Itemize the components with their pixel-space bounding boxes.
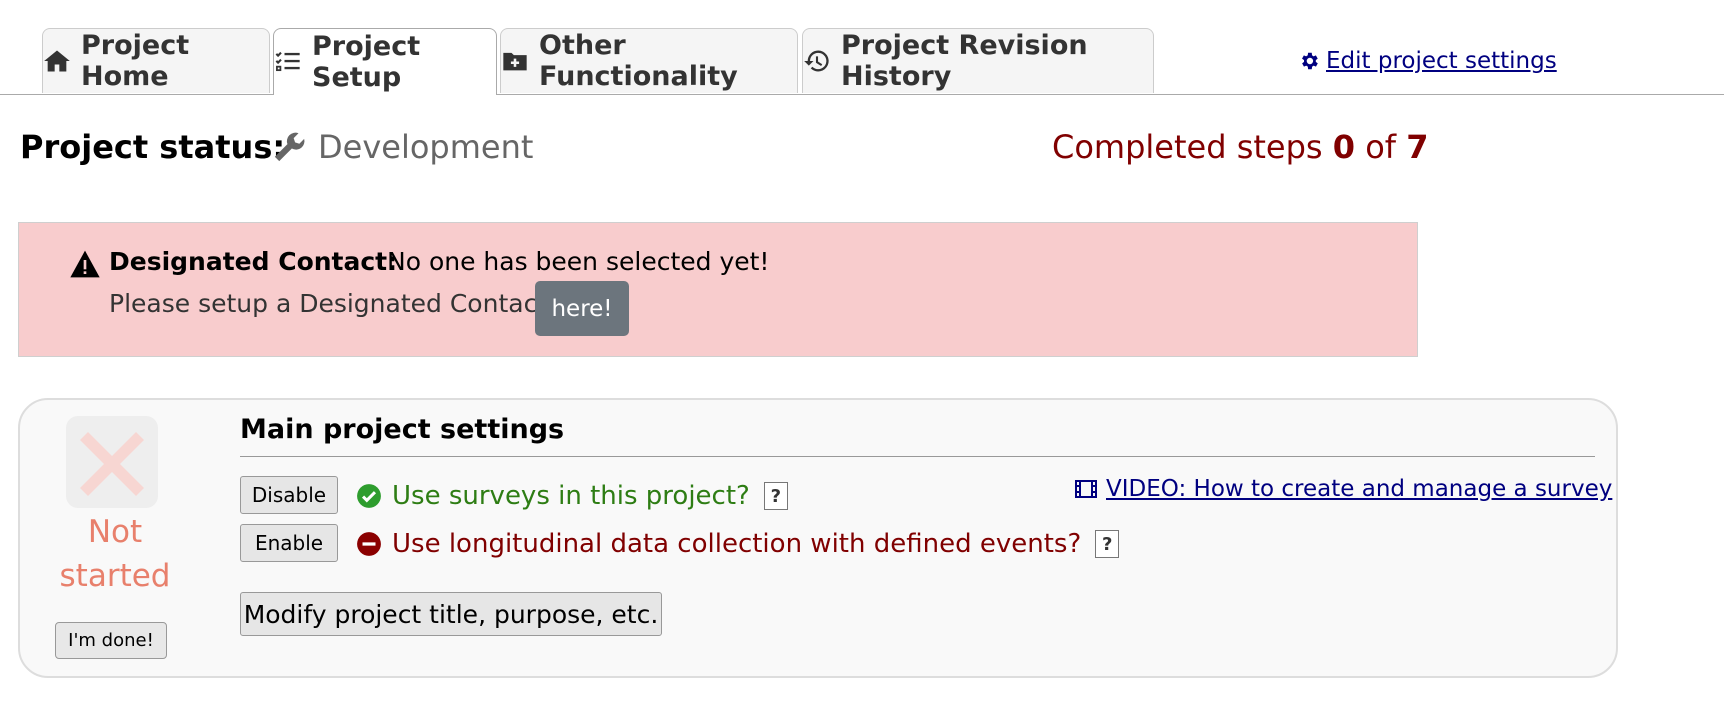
completed-steps-count: 0 (1332, 128, 1356, 166)
longitudinal-option: Use longitudinal data collection with de… (356, 524, 1120, 564)
main-project-settings-step: Not started I'm done! Main project setti… (18, 398, 1618, 678)
tasks-list-icon (275, 51, 300, 72)
completed-steps: Completed steps 0 of 7 (1052, 128, 1428, 166)
tab-label: Project Revision History (841, 30, 1088, 92)
survey-video-link-text: VIDEO: How to create and manage a survey (1106, 476, 1613, 502)
completed-steps-of: of (1355, 128, 1407, 166)
step-status: Not started (40, 510, 190, 598)
alert-message: No one has been selected yet! (387, 247, 770, 276)
title-divider (240, 456, 1595, 457)
im-done-button[interactable]: I'm done! (55, 622, 167, 659)
survey-video-link[interactable]: VIDEO: How to create and manage a survey (1074, 476, 1612, 502)
step-title: Main project settings (240, 414, 565, 445)
longitudinal-option-text: Use longitudinal data collection with de… (392, 529, 1082, 559)
film-icon (1075, 480, 1097, 498)
folder-plus-icon (503, 52, 527, 71)
tab-label: Other Functionality (539, 30, 738, 92)
enable-longitudinal-button[interactable]: Enable (240, 524, 338, 562)
surveys-option-text: Use surveys in this project? (392, 481, 750, 511)
project-status-label: Project status: (20, 128, 286, 166)
step-status-line2: started (59, 558, 171, 594)
tab-other-functionality[interactable]: Other Functionality (500, 28, 798, 93)
completed-steps-prefix: Completed steps (1052, 128, 1333, 166)
tab-label: Project Setup (312, 31, 421, 93)
check-circle-icon (357, 484, 381, 508)
tab-project-revision-history[interactable]: Project Revision History (802, 28, 1154, 93)
completed-steps-total: 7 (1406, 128, 1429, 166)
tab-project-home[interactable]: Project Home (42, 28, 270, 93)
wrench-icon (274, 132, 305, 162)
alert-instruction: Please setup a Designated Contact (109, 289, 548, 318)
setup-contact-here-button[interactable]: here! (535, 281, 629, 336)
designated-contact-alert: Designated Contact: No one has been sele… (18, 222, 1418, 357)
tab-label: Project Home (81, 30, 190, 92)
longitudinal-help-button[interactable]: ? (1095, 530, 1120, 558)
alert-title: Designated Contact: (109, 247, 398, 276)
history-icon (804, 50, 829, 72)
x-mark-icon (80, 432, 144, 496)
project-status-text: Development (318, 128, 534, 166)
warning-icon (70, 250, 100, 278)
not-started-x-icon (66, 416, 158, 508)
gear-icon (1302, 52, 1318, 70)
home-icon (44, 50, 70, 72)
step-status-line1: Not (87, 514, 143, 550)
tab-project-setup[interactable]: Project Setup (273, 28, 497, 95)
project-tabs: Project Home Project Setup Other Functio… (0, 0, 1724, 95)
surveys-option: Use surveys in this project? ? (356, 476, 788, 516)
surveys-help-button[interactable]: ? (763, 482, 788, 510)
disable-surveys-button[interactable]: Disable (240, 476, 338, 514)
edit-project-settings-link[interactable]: Edit project settings (1298, 46, 1557, 76)
project-status-value: Development (272, 128, 533, 166)
modify-project-title-button[interactable]: Modify project title, purpose, etc. (240, 592, 662, 636)
minus-circle-icon (357, 532, 381, 556)
edit-project-settings-label: Edit project settings (1326, 48, 1557, 74)
